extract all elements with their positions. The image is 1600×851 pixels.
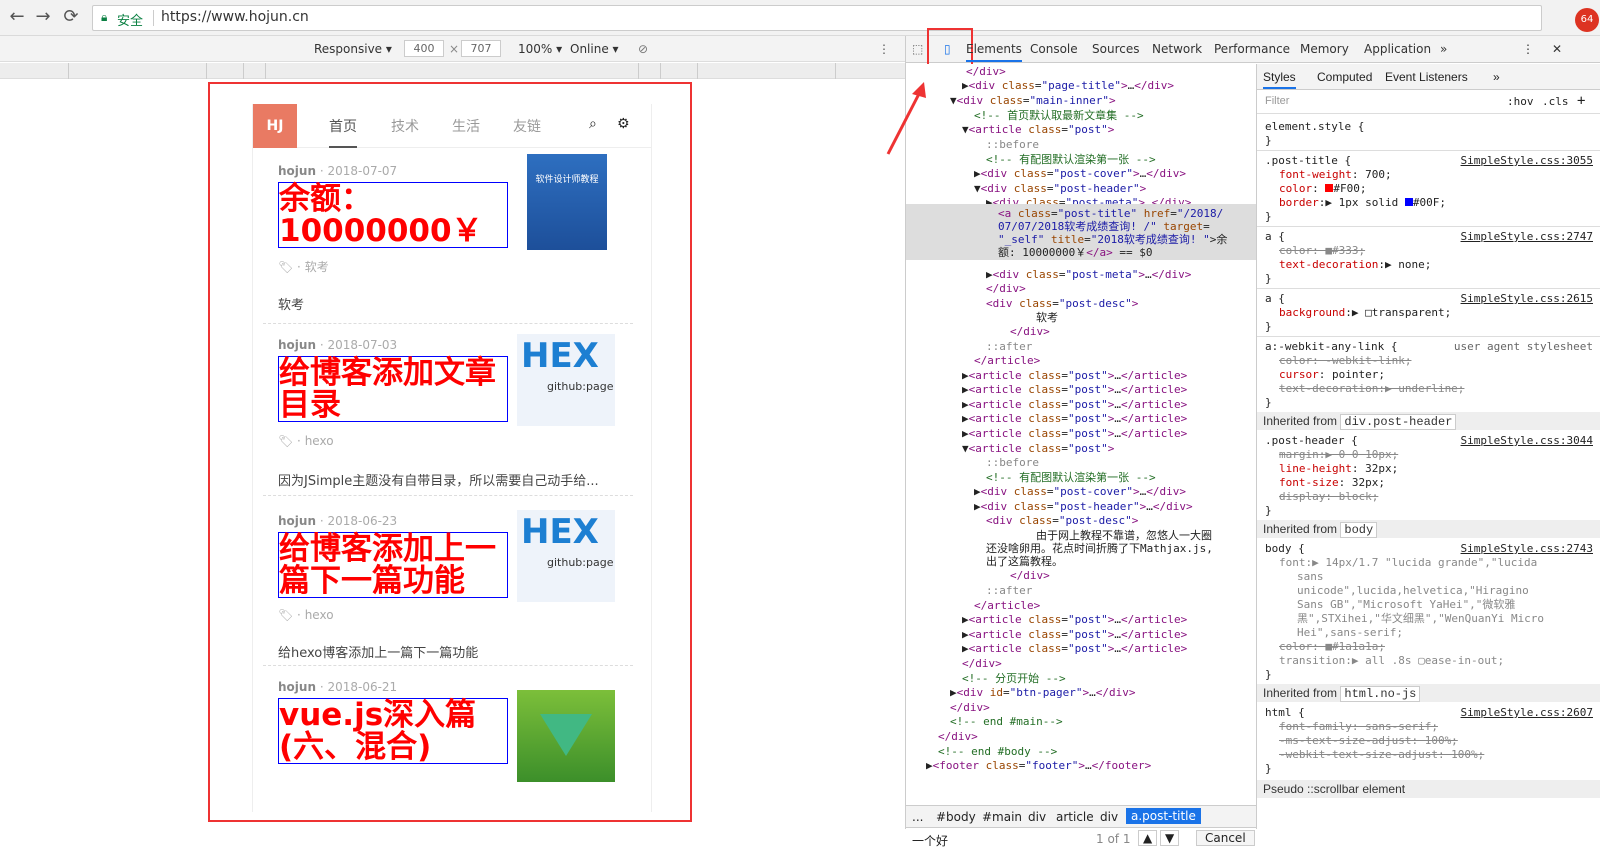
tab-sources[interactable]: Sources — [1092, 42, 1139, 56]
device-select[interactable]: Responsive ▾ — [314, 42, 392, 56]
tab-performance[interactable]: Performance — [1214, 42, 1290, 56]
height-input[interactable]: 707 — [461, 40, 501, 57]
dom-search-bar: 一个好 1 of 1 ▲ ▼ Cancel — [906, 827, 1256, 851]
breadcrumb-item-selected[interactable]: a.post-title — [1126, 808, 1201, 824]
add-rule-icon[interactable]: + — [1577, 93, 1585, 109]
styles-pane: Styles Computed Event Listeners » Filter… — [1256, 64, 1600, 829]
tab-network[interactable]: Network — [1152, 42, 1202, 56]
breadcrumb-item[interactable]: div — [1028, 810, 1046, 824]
inspect-element-icon[interactable]: ⬚ — [912, 42, 923, 56]
lock-icon: 🔒︎ — [101, 10, 108, 24]
tab-application[interactable]: Application — [1364, 42, 1431, 56]
secure-label: 安全 — [117, 14, 144, 29]
styles-tabbar: Styles Computed Event Listeners » — [1257, 64, 1600, 90]
annotation-arrow — [886, 82, 926, 155]
back-icon[interactable]: ← — [6, 6, 28, 28]
more-tabs-icon[interactable]: » — [1493, 70, 1500, 84]
highlight-box — [208, 82, 692, 822]
devtools-tabbar: ⬚ ▯ Elements Console Sources Network Per… — [906, 28, 1600, 74]
extension-badge[interactable]: 64 — [1575, 8, 1599, 32]
tab-console[interactable]: Console — [1030, 42, 1078, 56]
browser-toolbar: ← → ⟳ 🔒︎ 安全 https://www.hojun.cn ☆ 64 — [0, 0, 1600, 36]
devtools-menu-icon[interactable]: ⋮ — [1522, 42, 1534, 56]
cancel-button[interactable]: Cancel — [1196, 830, 1255, 846]
tab-elements[interactable]: Elements — [966, 42, 1022, 62]
tab-styles[interactable]: Styles — [1263, 70, 1296, 89]
reload-icon[interactable]: ⟳ — [60, 6, 82, 28]
device-more-icon[interactable]: ⋮ — [878, 42, 890, 56]
search-prev-button[interactable]: ▲ — [1138, 830, 1158, 846]
network-throttle-select[interactable]: Online ▾ — [570, 42, 619, 56]
width-input[interactable]: 400 — [404, 40, 444, 57]
breadcrumb: ... #body #main div article div a.post-t… — [906, 805, 1256, 827]
hover-state-toggle[interactable]: :hov — [1507, 95, 1534, 108]
breadcrumb-item[interactable]: article — [1056, 810, 1094, 824]
filter-input[interactable]: Filter — [1265, 95, 1289, 107]
address-bar[interactable]: 🔒︎ 安全 https://www.hojun.cn ☆ — [92, 5, 1542, 31]
breadcrumb-item[interactable]: div — [1100, 810, 1118, 824]
class-toggle[interactable]: .cls — [1542, 95, 1569, 108]
search-next-button[interactable]: ▼ — [1160, 830, 1180, 846]
breadcrumb-item[interactable]: #main — [982, 810, 1022, 824]
dom-tree[interactable]: </div> ▶<div class="page-title">…</div> … — [906, 64, 1256, 800]
tab-memory[interactable]: Memory — [1300, 42, 1349, 56]
breadcrumb-item[interactable]: #body — [936, 810, 976, 824]
styles-filter-bar: Filter :hov .cls + — [1257, 90, 1600, 114]
devtools-panel: ⬚ ▯ Elements Console Sources Network Per… — [905, 28, 1600, 851]
media-query-ruler — [0, 63, 905, 79]
tab-event-listeners[interactable]: Event Listeners — [1385, 70, 1468, 84]
forward-icon[interactable]: → — [32, 6, 54, 28]
search-input[interactable]: 一个好 — [912, 832, 948, 849]
search-count: 1 of 1 — [1096, 832, 1131, 846]
rotate-icon[interactable]: ⊘ — [638, 42, 648, 56]
close-devtools-icon[interactable]: ✕ — [1552, 42, 1562, 56]
breadcrumb-item[interactable]: ... — [912, 810, 923, 824]
more-tabs-icon[interactable]: » — [1440, 42, 1447, 56]
pseudo-section-label: Pseudo ::scrollbar element — [1257, 780, 1600, 798]
url-text[interactable]: https://www.hojun.cn — [161, 9, 309, 25]
device-toolbar: Responsive ▾ 400 × 707 100% ▾ Online ▾ ⊘… — [0, 36, 905, 62]
zoom-select[interactable]: 100% ▾ — [518, 42, 562, 56]
tab-computed[interactable]: Computed — [1317, 70, 1372, 84]
